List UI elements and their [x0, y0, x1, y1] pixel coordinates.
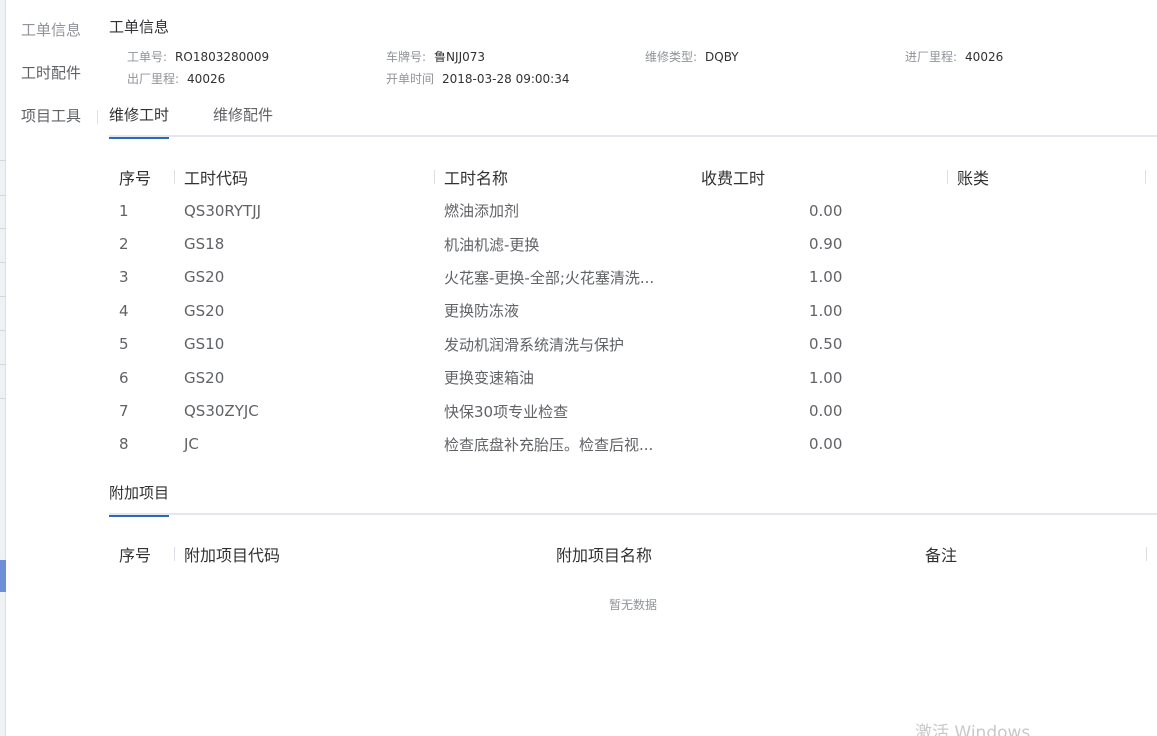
table-row[interactable]: 6 GS20 更换变速箱油 1.00 [109, 361, 1157, 394]
cell-labor-code: QS30RYTJJ [184, 201, 262, 220]
tab-extra-items[interactable]: 附加项目 [109, 482, 170, 517]
cell-index: 1 [119, 201, 129, 220]
extra-table-header: 序号 附加项目代码 附加项目名称 备注 [109, 537, 1157, 571]
col-header-labor-code: 工时代码 [174, 160, 434, 194]
info-mileage-in: 进厂里程: 40026 [905, 50, 1004, 64]
cell-account-type [947, 428, 1157, 461]
cell-labor-name: 机油机滤-更换 [444, 235, 540, 254]
col-header-extra-code: 附加项目代码 [174, 537, 546, 571]
info-mileage-out: 出厂里程: 40026 [127, 72, 226, 86]
table-row[interactable]: 4 GS20 更换防冻液 1.00 [109, 294, 1157, 327]
left-edge-strip [0, 0, 6, 736]
extra-items-tabs: 附加项目 [109, 482, 1157, 517]
side-nav-project-tools[interactable]: 项目工具 [10, 100, 100, 143]
cell-labor-name: 检查底盘补充胎压。检查后视... [444, 435, 654, 454]
info-repair-type: 维修类型: DQBY [645, 50, 739, 64]
col-header-extra-index: 序号 [119, 546, 152, 565]
cell-account-type [947, 194, 1157, 227]
col-header-extra-name: 附加项目名称 [556, 546, 653, 565]
cell-labor-name: 火花塞-更换-全部;火花塞清洗... [444, 268, 655, 287]
labor-table: 序号 工时代码 工时名称 收费工时 账类 1 QS30RYTJJ 燃油添加剂 0.00… [109, 160, 1157, 461]
cell-labor-name: 发动机润滑系统清洗与保护 [444, 335, 625, 354]
cell-labor-name: 燃油添加剂 [444, 202, 520, 221]
side-nav-work-order-info[interactable]: 工单信息 [10, 14, 100, 57]
cell-account-type [947, 227, 1157, 260]
table-row[interactable]: 7 QS30ZYJC 快保30项专业检查 0.00 [109, 394, 1157, 427]
cell-account-type [947, 361, 1157, 394]
cell-index: 4 [119, 301, 129, 320]
cell-labor-name: 快保30项专业检查 [444, 402, 569, 421]
cell-charge-hours: 0.00 [809, 435, 843, 454]
cell-labor-code: GS10 [184, 335, 225, 354]
table-row[interactable]: 5 GS10 发动机润滑系统清洗与保护 0.50 [109, 328, 1157, 361]
extra-items-table: 序号 附加项目代码 附加项目名称 备注 [109, 537, 1157, 571]
col-header-labor-name: 工时名称 [434, 160, 691, 194]
cell-charge-hours: 0.00 [809, 201, 843, 220]
cell-index: 5 [119, 335, 129, 354]
table-row[interactable]: 3 GS20 火花塞-更换-全部;火花塞清洗... 1.00 [109, 261, 1157, 294]
cell-index: 2 [119, 235, 129, 254]
col-header-account-type: 账类 [947, 160, 1157, 194]
section-title: 工单信息 [109, 18, 170, 36]
cell-labor-code: GS20 [184, 268, 225, 287]
cell-index: 7 [119, 402, 129, 421]
cell-charge-hours: 0.00 [809, 402, 843, 421]
cell-index: 6 [119, 368, 129, 387]
cell-account-type [947, 328, 1157, 361]
info-plate-number: 车牌号: 鲁NJJ073 [386, 50, 486, 64]
cell-account-type [947, 394, 1157, 427]
edge-active-marker [0, 560, 6, 592]
cell-charge-hours: 0.50 [809, 335, 843, 354]
cell-charge-hours: 1.00 [809, 368, 843, 387]
cell-index: 3 [119, 268, 129, 287]
info-row: 工单号: RO1803280009 车牌号: 鲁NJJ073 维修类型: DQBY 进… [127, 48, 1157, 70]
cell-charge-hours: 1.00 [809, 301, 843, 320]
work-order-info: 工单号: RO1803280009 车牌号: 鲁NJJ073 维修类型: DQBY 进… [127, 48, 1157, 92]
info-row: 出厂里程: 40026 开单时间 2018-03-28 09:00:34 [127, 70, 1157, 92]
cell-account-type [947, 294, 1157, 327]
cell-charge-hours: 1.00 [809, 268, 843, 287]
tab-repair-labor[interactable]: 维修工时 [109, 104, 170, 139]
cell-labor-code: GS20 [184, 301, 225, 320]
side-nav-labor-parts[interactable]: 工时配件 [10, 57, 100, 100]
col-header-remark: 备注 [915, 537, 1157, 571]
cell-labor-code: GS20 [184, 368, 225, 387]
tab-repair-parts[interactable]: 维修配件 [213, 104, 273, 137]
info-open-time: 开单时间 2018-03-28 09:00:34 [386, 72, 570, 86]
cell-index: 8 [119, 435, 129, 454]
cell-labor-name: 更换防冻液 [444, 302, 520, 321]
table-row[interactable]: 8 JC 检查底盘补充胎压。检查后视... 0.00 [109, 428, 1157, 461]
labor-table-header: 序号 工时代码 工时名称 收费工时 账类 [109, 160, 1157, 194]
activation-watermark: 激活 Windows [915, 723, 1031, 736]
side-anchor-nav: 工单信息 工时配件 项目工具 [10, 14, 100, 143]
cell-labor-code: GS18 [184, 235, 225, 254]
cell-account-type [947, 261, 1157, 294]
col-header-index: 序号 [119, 169, 152, 188]
empty-state-text: 暂无数据 [608, 598, 657, 612]
cell-labor-code: JC [184, 435, 199, 454]
cell-labor-code: QS30ZYJC [184, 402, 259, 421]
col-header-charge-hours: 收费工时 [701, 169, 766, 188]
info-order-number: 工单号: RO1803280009 [127, 50, 270, 64]
cell-charge-hours: 0.90 [809, 235, 843, 254]
table-row[interactable]: 2 GS18 机油机滤-更换 0.90 [109, 227, 1157, 260]
cell-labor-name: 更换变速箱油 [444, 369, 535, 388]
repair-tabs: 维修工时 维修配件 [97, 104, 1157, 139]
table-row[interactable]: 1 QS30RYTJJ 燃油添加剂 0.00 [109, 194, 1157, 227]
